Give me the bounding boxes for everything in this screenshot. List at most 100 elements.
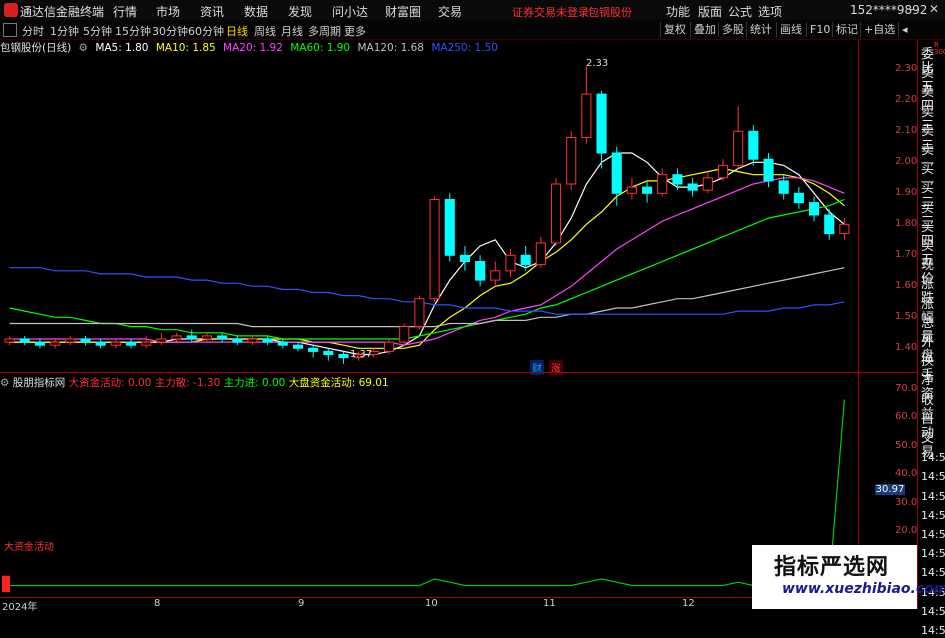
adjust-button[interactable]: 复权 [660,22,689,37]
menu-trade[interactable]: 交易 [438,3,462,20]
candle-up [247,338,258,343]
menu-quotes[interactable]: 行情 [113,3,137,20]
tab-timeshare[interactable]: 分时 [22,23,44,39]
candle-up [490,270,501,281]
quote-sidebar: R 300 委比卖五卖四卖三卖二卖一买一买二买三买四买五现价涨跌涨幅总量外盘换手… [917,40,945,637]
candle-up [626,186,637,194]
collapse-button[interactable]: ◂ [898,22,911,37]
panel-divider [0,372,917,373]
tab-multi-period[interactable]: 多周期 [308,23,341,39]
candle-up [581,93,592,138]
f10-button[interactable]: F10 [806,22,833,37]
sidebar-item[interactable]: 14:56 [921,624,945,638]
candle-down [611,152,622,194]
candle-down [687,183,698,191]
x-tick: 10 [425,598,438,609]
candle-down [459,254,470,263]
menu-wealth[interactable]: 财富圈 [385,3,421,20]
indicator-settings-icon[interactable]: ⚙ [0,377,9,389]
candle-down [186,335,197,340]
x-tick: 2024年 [2,602,38,613]
high-price-label: 2.33 [586,58,609,69]
candle-up [399,326,410,343]
sidebar-item[interactable]: 14:56 [921,470,945,484]
candle-down [19,338,30,343]
candle-down [308,347,319,352]
candle-up [505,254,516,272]
candle-down [763,158,774,182]
menu-options[interactable]: 选项 [758,3,782,20]
candle-down [748,130,759,160]
sidebar-item[interactable]: 14:56 [921,509,945,523]
sidebar-item[interactable]: 14:56 [921,566,945,580]
candle-down [34,341,45,346]
minimize-icon[interactable]: – [904,2,920,17]
tab-15min[interactable]: 15分钟 [115,23,151,39]
y-tick: 1.70 [895,249,918,260]
sidebar-item[interactable]: 14:56 [921,490,945,504]
candle-up [65,338,76,343]
candle-down [262,338,273,343]
candle-down [824,214,835,235]
sidebar-item[interactable]: 14:56 [921,605,945,619]
candle-up [550,183,562,244]
menu-layout[interactable]: 版面 [698,3,722,20]
tab-weekly[interactable]: 周线 [254,23,276,39]
y-tick: 1.90 [895,187,918,198]
y-tick: 2.10 [895,125,918,136]
candle-up [201,335,212,340]
y-tick: 1.60 [895,280,918,291]
sidebar-item[interactable]: 14:56 [921,451,945,465]
stock-name-header: 包钢股份 [588,6,632,19]
sidebar-item[interactable]: 14:56 [921,547,945,561]
x-tick: 8 [154,598,161,609]
menu-function[interactable]: 功能 [666,3,690,20]
chart-canvas[interactable] [0,40,858,597]
menu-formula[interactable]: 公式 [728,3,752,20]
draw-line-button[interactable]: 画线 [776,22,805,37]
tab-more[interactable]: 更多 [344,23,366,39]
menu-ask[interactable]: 问小达 [332,3,368,20]
tab-1min[interactable]: 1分钟 [50,23,79,39]
tab-60min[interactable]: 60分钟 [188,23,224,39]
add-watchlist-button[interactable]: +自选 [860,22,898,37]
y-tick: 1.40 [895,342,918,353]
sidebar-item[interactable]: 14:56 [921,528,945,542]
candle-up [141,341,152,346]
menu-market[interactable]: 市场 [156,3,180,20]
login-notice[interactable]: 证券交易未登录 [512,4,589,20]
tab-daily[interactable]: 日线 [226,23,248,39]
stats-button[interactable]: 统计 [746,22,775,37]
tab-5min[interactable]: 5分钟 [83,23,112,39]
candle-up [535,242,546,266]
candle-down [125,341,137,346]
candle-down [323,350,334,355]
main-out-value: 主力散: -1.30 [154,377,221,389]
big-fund-bottom-label: 大资金活动 [4,542,54,553]
candle-up [156,338,167,343]
candle-up [414,298,425,328]
candle-up [839,223,850,235]
multi-stock-button[interactable]: 多股 [718,22,747,37]
candle-up [50,341,61,346]
menu-bar: 通达信金融终端 行情 市场 资讯 数据 发现 问小达 财富圈 交易 证券交易未登… [0,0,945,21]
x-tick: 9 [298,598,305,609]
big-fund-bar [2,575,10,592]
candle-up [657,174,668,194]
close-icon[interactable]: ✕ [926,2,942,17]
menu-data[interactable]: 数据 [244,3,268,20]
market-fund-line [9,399,845,587]
menu-discover[interactable]: 发现 [288,3,312,20]
watermark-title: 指标严选网 [774,555,890,580]
tab-monthly[interactable]: 月线 [281,23,303,39]
mark-button[interactable]: 标记 [832,22,861,37]
candle-up [171,335,182,340]
candle-down [232,338,243,343]
toolbar-toggle-icon[interactable] [3,23,17,37]
menu-news[interactable]: 资讯 [200,3,224,20]
candle-down [520,254,531,266]
tab-30min[interactable]: 30分钟 [152,23,188,39]
candle-down [809,202,820,216]
y-tick: 2.20 [895,94,918,105]
overlay-button[interactable]: 叠加 [690,22,719,37]
